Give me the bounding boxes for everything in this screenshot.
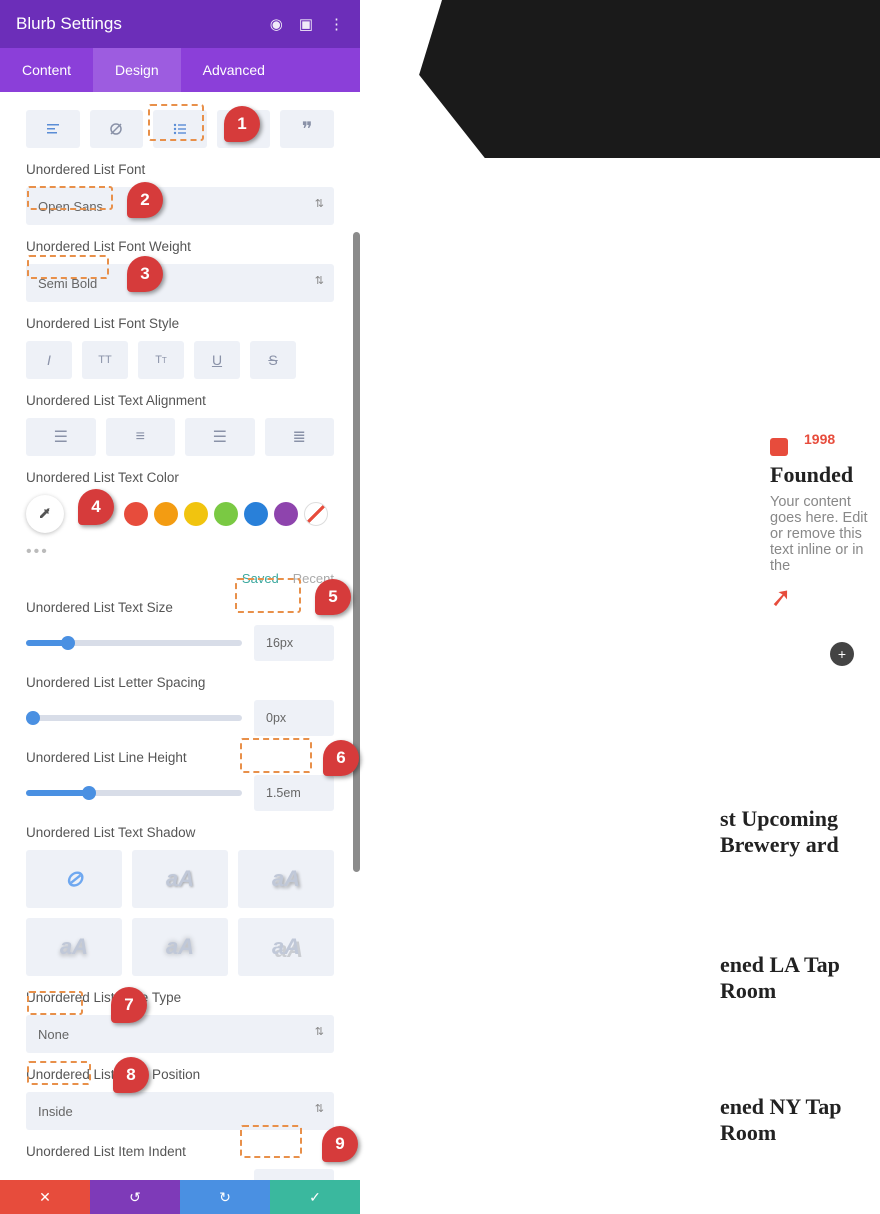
callout-4: 4 xyxy=(78,489,114,525)
underline-button[interactable]: U xyxy=(194,341,240,379)
callout-7: 7 xyxy=(111,987,147,1023)
swatch-3[interactable] xyxy=(184,502,208,526)
menu-icon[interactable]: ⋮ xyxy=(329,15,344,33)
align-justify[interactable]: ≣ xyxy=(265,418,335,456)
font-select[interactable]: Open Sans xyxy=(26,187,334,225)
swatch-none[interactable] xyxy=(304,502,328,526)
lineheight-value[interactable]: 1.5em xyxy=(254,775,334,811)
year-label: 1998 xyxy=(804,431,835,447)
label-color: Unordered List Text Color xyxy=(26,470,334,485)
uppercase-button[interactable]: TT xyxy=(82,341,128,379)
founded-title: Founded xyxy=(770,462,880,488)
more-colors-icon[interactable]: ••• xyxy=(26,543,334,561)
callout-8: 8 xyxy=(113,1057,149,1093)
callout-5: 5 xyxy=(315,579,351,615)
save-button[interactable]: ✓ xyxy=(270,1180,360,1214)
responsive-icon[interactable]: ▣ xyxy=(299,15,313,33)
callout-3: 3 xyxy=(127,256,163,292)
founded-subtitle[interactable]: Your content goes here. Edit or remove t… xyxy=(770,494,880,574)
section-la: ened LA Tap Room xyxy=(720,952,880,1004)
swatch-2[interactable] xyxy=(154,502,178,526)
settings-panel: Blurb Settings ◉ ▣ ⋮ Content Design Adva… xyxy=(0,0,360,1214)
size-slider[interactable] xyxy=(26,640,242,646)
text-type-link[interactable] xyxy=(90,110,144,148)
arrow-icon: ➚ xyxy=(769,581,793,614)
shadow-preset-3[interactable]: aA xyxy=(26,918,122,976)
label-style: Unordered List Font Style xyxy=(26,316,334,331)
tab-design[interactable]: Design xyxy=(93,48,181,92)
undo-button[interactable]: ↺ xyxy=(90,1180,180,1214)
smallcaps-button[interactable]: TT xyxy=(138,341,184,379)
swatch-5[interactable] xyxy=(244,502,268,526)
shadow-preset-5[interactable]: aA xyxy=(238,918,334,976)
align-center[interactable]: ≡ xyxy=(106,418,176,456)
label-lineheight: Unordered List Line Height xyxy=(26,750,334,765)
section-brewery: st Upcoming Brewery ard xyxy=(720,806,880,858)
label-styletype: Unordered List Style Type xyxy=(26,990,334,1005)
tab-advanced[interactable]: Advanced xyxy=(181,48,287,92)
shadow-preset-1[interactable]: aA xyxy=(132,850,228,908)
panel-title: Blurb Settings xyxy=(16,14,122,34)
callout-6: 6 xyxy=(323,740,359,776)
styletype-select[interactable]: None xyxy=(26,1015,334,1053)
text-type-default[interactable] xyxy=(26,110,80,148)
label-font: Unordered List Font xyxy=(26,162,334,177)
scrollbar[interactable] xyxy=(353,232,360,872)
text-type-quote[interactable]: ❞ xyxy=(280,110,334,148)
bullet-marker xyxy=(770,438,788,456)
swatch-6[interactable] xyxy=(274,502,298,526)
strikethrough-button[interactable]: S xyxy=(250,341,296,379)
tab-content[interactable]: Content xyxy=(0,48,93,92)
hover-icon[interactable]: ◉ xyxy=(270,15,283,33)
swatch-4[interactable] xyxy=(214,502,238,526)
text-type-ul[interactable] xyxy=(153,110,207,148)
add-module-button[interactable]: + xyxy=(830,642,854,666)
label-stylepos: Unordered List Style Position xyxy=(26,1067,334,1082)
label-align: Unordered List Text Alignment xyxy=(26,393,206,408)
label-indent: Unordered List Item Indent xyxy=(26,1144,334,1159)
italic-button[interactable]: I xyxy=(26,341,72,379)
spacing-slider[interactable] xyxy=(26,715,242,721)
shadow-none[interactable]: ⊘ xyxy=(26,850,122,908)
shadow-preset-4[interactable]: aA xyxy=(132,918,228,976)
eyedropper-button[interactable] xyxy=(26,495,64,533)
saved-colors-tab[interactable]: Saved xyxy=(242,571,279,586)
redo-button[interactable]: ↻ xyxy=(180,1180,270,1214)
spacing-value[interactable]: 0px xyxy=(254,700,334,736)
lineheight-slider[interactable] xyxy=(26,790,242,796)
hero-image xyxy=(360,0,880,158)
cancel-button[interactable]: ✕ xyxy=(0,1180,90,1214)
label-spacing: Unordered List Letter Spacing xyxy=(26,675,206,690)
section-ny: ened NY Tap Room xyxy=(720,1094,880,1146)
label-weight: Unordered List Font Weight xyxy=(26,239,334,254)
align-left[interactable]: ☰ xyxy=(26,418,96,456)
callout-1: 1 xyxy=(224,106,260,142)
callout-9: 9 xyxy=(322,1126,358,1162)
stylepos-select[interactable]: Inside xyxy=(26,1092,334,1130)
align-right[interactable]: ☰ xyxy=(185,418,255,456)
swatch-1[interactable] xyxy=(124,502,148,526)
label-size: Unordered List Text Size xyxy=(26,600,334,615)
weight-select[interactable]: Semi Bold xyxy=(26,264,334,302)
callout-2: 2 xyxy=(127,182,163,218)
label-shadow: Unordered List Text Shadow xyxy=(26,825,334,840)
size-value[interactable]: 16px xyxy=(254,625,334,661)
shadow-preset-2[interactable]: aA xyxy=(238,850,334,908)
